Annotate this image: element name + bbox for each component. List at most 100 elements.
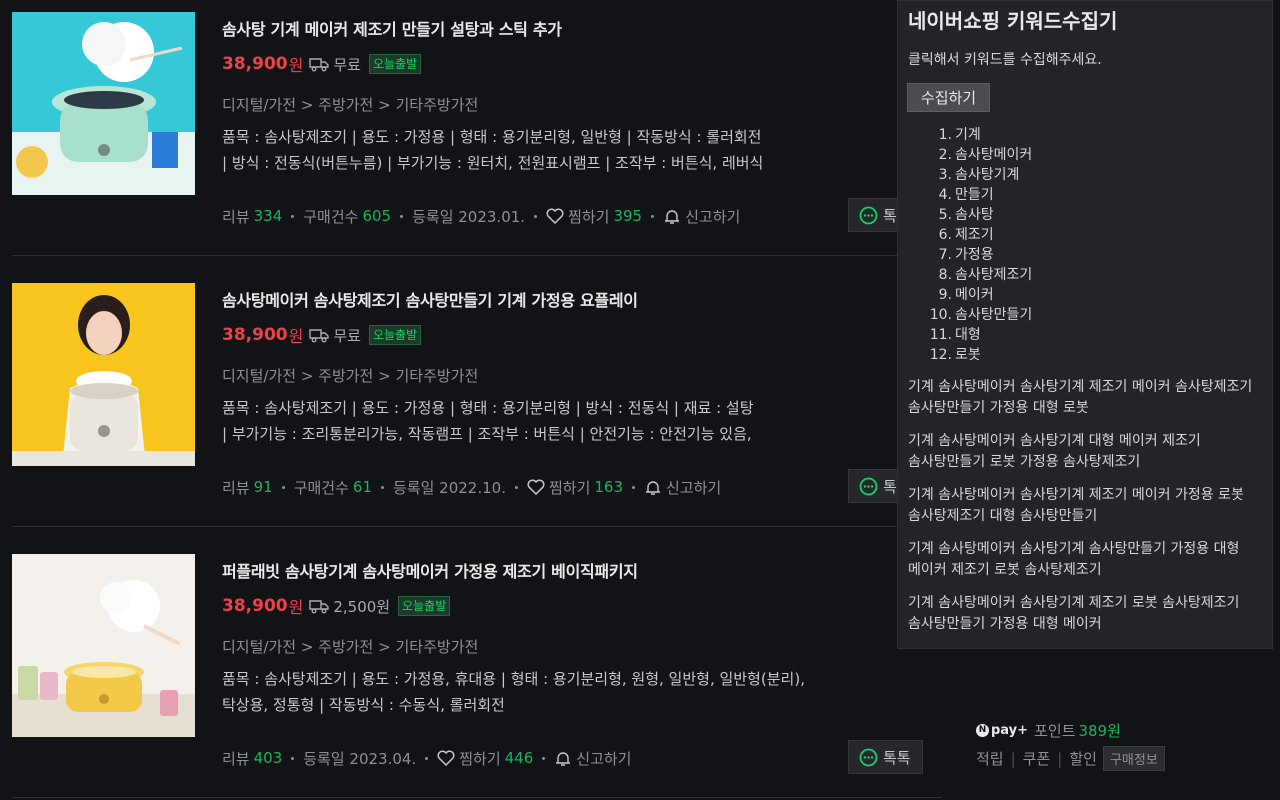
spec-line: 탁상용, 정통형 | 작동방식 : 수동식, 롤러회전 [222,696,505,714]
zzim-label[interactable]: 찜하기 [549,477,590,498]
item-divider [12,255,942,256]
npay-point-row: Npay + 포인트 389원 [976,720,1165,740]
keyword-list: 1. 기계 2. 솜사탕메이커 3. 솜사탕기계 4. 만들기 5. 솜사탕 6. 제조기 7. 가정용 8… [908,125,1033,365]
separator-dot [291,214,295,218]
report-bell-icon[interactable] [663,208,681,224]
keyword-text: 솜사탕기계 [955,167,1020,183]
shipping-fee: 무료 [333,55,361,74]
benefit-row: 적립 | 쿠폰 | 할인 구매정보 [976,746,1165,771]
review-count[interactable]: 91 [254,478,273,496]
truck-icon [309,600,330,614]
separator-dot [400,214,404,218]
review-label[interactable]: 리뷰 [222,477,250,498]
keyword-item: 7. 가정용 [908,245,1032,265]
purchase-info-button[interactable]: 구매정보 [1102,746,1165,771]
purchase-count: 61 [352,478,372,496]
product-meta: 리뷰 334 구매건수 605 등록일 2023.01. 찜하기 395 신고하기 [222,206,740,226]
heart-icon[interactable] [546,208,564,224]
keyword-item: 12. 로봇 [908,345,1032,365]
spec-line: 품목 : 솜사탕제조기 | 용도 : 가정용 | 형태 : 용기분리형 | 방식… [222,399,754,417]
price-value: 38,900 [222,54,288,74]
product-title[interactable]: 솜사탕 기계 메이커 제조기 만들기 설탕과 스틱 추가 [222,16,562,40]
separator-dot [291,756,295,760]
product-image[interactable] [12,283,195,466]
benefit-coupon: 쿠폰 [1022,750,1051,768]
report-bell-icon[interactable] [644,479,662,495]
today-ship-badge: 오늘출발 [368,325,422,345]
panel-title: 네이버쇼핑 키워드수집기 [908,9,1118,33]
review-label[interactable]: 리뷰 [222,206,250,227]
keyword-item: 6. 제조기 [908,225,1032,245]
store-benefits: Npay + 포인트 389원 적립 | 쿠폰 | 할인 구매정보 [976,720,1165,771]
category-path[interactable]: 디지털/가전 > 주방가전 > 기타주방가전 [222,94,478,115]
keyword-combination: 기계 솜사탕메이커 솜사탕기계 제조기 메이커 솜사탕제조기 솜사탕만들기 가정… [908,379,1253,416]
npay-n-icon: N [976,723,989,737]
keyword-number: 1. [938,127,952,143]
keyword-text: 솜사탕제조기 [955,267,1033,283]
product-item: 솜사탕메이커 솜사탕제조기 솜사탕만들기 기계 가정용 요플레이 38,900 원… [0,271,950,542]
zzim-count: 395 [613,207,643,225]
zzim-label[interactable]: 찜하기 [568,206,609,227]
keyword-item: 2. 솜사탕메이커 [908,145,1033,165]
category-path[interactable]: 디지털/가전 > 주방가전 > 기타주방가전 [222,365,478,386]
price-value: 38,900 [222,325,288,345]
keyword-text: 로봇 [955,347,981,363]
registered-date: 등록일 2022.10. [393,478,506,497]
point-value: 389원 [1078,721,1121,740]
keyword-number: 3. [938,167,952,183]
keyword-item: 8. 솜사탕제조기 [908,265,1033,285]
heart-icon[interactable] [437,750,455,766]
npay-plus: + [1017,722,1029,738]
heart-icon[interactable] [527,479,545,495]
product-image[interactable] [12,12,195,195]
product-title[interactable]: 솜사탕메이커 솜사탕제조기 솜사탕만들기 기계 가정용 요플레이 [222,287,638,311]
review-count[interactable]: 403 [254,749,283,767]
truck-icon [309,329,330,343]
report-bell-icon[interactable] [554,750,572,766]
spec-line: | 부가기능 : 조리통분리가능, 작동램프 | 조작부 : 버튼식 | 안전기… [222,425,752,443]
price-unit: 원 [288,327,304,346]
benefit-discount: 할인 [1069,750,1097,768]
spec-line: | 방식 : 전동식(버튼누름) | 부가기능 : 원터치, 전원표시램프 | … [222,154,764,172]
separator-dot [514,485,518,489]
keyword-number: 5. [938,207,952,223]
separator-dot [632,485,636,489]
separator-dot [425,756,429,760]
keyword-combination: 기계 솜사탕메이커 솜사탕기계 솜사탕만들기 가정용 대형 메이커 제조기 로봇… [908,541,1240,578]
keyword-number: 8. [938,267,952,283]
product-title[interactable]: 퍼플래빗 솜사탕기계 솜사탕메이커 가정용 제조기 베이직패키지 [222,558,638,582]
review-count[interactable]: 334 [254,207,283,225]
report-link[interactable]: 신고하기 [666,477,721,498]
price-unit: 원 [288,598,304,617]
shipping-fee: 무료 [333,326,361,345]
product-meta: 리뷰 403 등록일 2023.04. 찜하기 446 신고하기 [222,748,631,768]
report-link[interactable]: 신고하기 [576,748,631,769]
spec-line: 품목 : 솜사탕제조기 | 용도 : 가정용 | 형태 : 용기분리형, 일반형… [222,128,762,146]
today-ship-badge: 오늘출발 [368,54,422,74]
keyword-number: 12. [929,347,952,363]
keyword-text: 솜사탕 [955,207,994,223]
keyword-number: 9. [938,287,952,303]
zzim-count: 163 [594,478,624,496]
talk-button[interactable]: 톡톡 [848,740,923,774]
benefit-separator: | [1057,749,1063,768]
purchase-label: 구매건수 [293,478,349,497]
price-row: 38,900 원 2,500원 오늘출발 [222,594,451,618]
keyword-combination: 기계 솜사탕메이커 솜사탕기계 제조기 메이커 가정용 로봇 솜사탕제조기 대형… [908,487,1244,524]
category-path[interactable]: 디지털/가전 > 주방가전 > 기타주방가전 [222,636,478,657]
talk-icon [859,206,878,224]
keyword-number: 2. [938,147,952,163]
review-label[interactable]: 리뷰 [222,748,250,769]
keyword-text: 메이커 [955,287,994,303]
product-item: 퍼플래빗 솜사탕기계 솜사탕메이커 가정용 제조기 베이직패키지 38,900 원… [0,542,950,800]
zzim-label[interactable]: 찜하기 [459,748,500,769]
product-item: 솜사탕 기계 메이커 제조기 만들기 설탕과 스틱 추가 38,900 원 무료 … [0,0,950,271]
price-value: 38,900 [222,596,288,616]
report-link[interactable]: 신고하기 [685,206,740,227]
collect-button[interactable]: 수집하기 [907,83,990,112]
item-divider [12,526,942,527]
keyword-number: 11. [929,327,952,343]
product-image[interactable] [12,554,195,737]
keyword-number: 7. [938,247,952,263]
registered-date: 등록일 2023.04. [303,749,417,768]
